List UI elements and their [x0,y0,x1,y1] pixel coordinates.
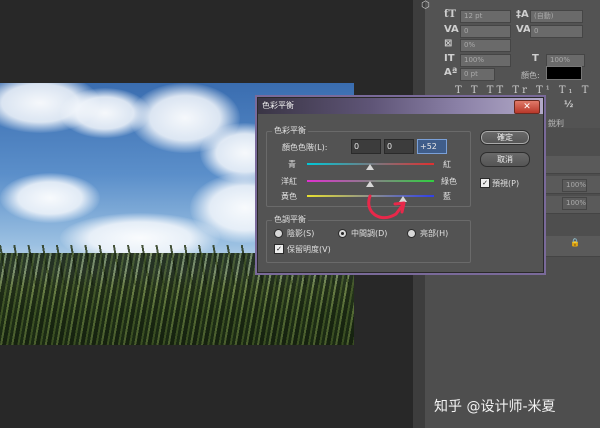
cube-icon[interactable]: ⬡ [421,0,430,11]
levels-label: 顏色色階(L): [282,143,328,152]
slider-blue-label: 藍 [443,192,451,201]
radio-midtones[interactable] [338,229,347,238]
slider-thumb[interactable] [366,181,374,187]
ok-button[interactable]: 確定 [480,130,530,145]
leading-field[interactable]: (自動) [530,10,583,23]
slider-magenta-label: 洋紅 [281,177,297,186]
slider-thumb[interactable] [366,164,374,170]
dialog-title: 色彩平衡 [262,101,294,110]
radio-shadows-label[interactable]: 陰影(S) [287,228,314,239]
horizontal-scale-icon: T [532,53,539,64]
slider-green-label: 綠色 [441,177,457,186]
preserve-luminosity-label[interactable]: 保留明度(V) [287,244,331,255]
cancel-button[interactable]: 取消 [480,152,530,167]
balance-group-title: 色彩平衡 [272,125,308,136]
opacity-field[interactable]: 100% [562,179,587,192]
kerning-field[interactable]: 0 [460,25,511,38]
layer-row[interactable] [540,156,600,174]
color-label: 顏色: [521,71,540,80]
close-button[interactable]: ✕ [514,100,540,114]
baseline-field[interactable]: 0 pt [460,68,495,81]
fill-field[interactable]: 100% [562,197,587,210]
anti-alias-label[interactable]: 銳利 [548,118,564,129]
slider-red-label: 紅 [443,160,451,169]
fraction-icon[interactable]: ½ [564,100,573,110]
radio-shadows[interactable] [274,229,283,238]
font-size-icon: ƭT [444,9,457,20]
slider-yellow-label: 黃色 [281,192,297,201]
text-color-swatch[interactable] [546,66,582,80]
annotation-arrow-icon [367,194,406,220]
watermark: 知乎 @设计师-米夏 [434,399,556,415]
scale-field[interactable]: 0% [460,39,511,52]
scale-icon: ⊠ [444,38,453,49]
tracking-field[interactable]: 0 [530,25,583,38]
font-size-field[interactable]: 12 pt [460,10,511,23]
preview-label[interactable]: 預視(P) [492,178,519,189]
radio-highlights-label[interactable]: 亮部(H) [420,228,448,239]
baseline-icon: Aª [444,67,458,78]
vertical-scale-field[interactable]: 100% [460,54,511,67]
dialog-titlebar[interactable]: 色彩平衡 ✕ [258,98,543,114]
radio-highlights[interactable] [407,229,416,238]
tracking-icon: VA [516,24,531,35]
kerning-icon: VA [444,24,459,35]
level-field-magenta-green[interactable]: 0 [384,139,414,154]
level-field-cyan-red[interactable]: 0 [351,139,381,154]
leading-icon: ‡A [516,9,529,20]
slider-cyan-label: 青 [288,160,296,169]
vertical-scale-icon: IT [444,53,455,64]
tone-group-title: 色調平衡 [272,214,308,225]
level-field-yellow-blue[interactable]: +52 [417,139,447,154]
preserve-luminosity-checkbox[interactable]: ✓ [274,244,284,254]
lock-icon: 🔒 [570,238,580,247]
cloud [0,173,100,223]
color-balance-dialog: 色彩平衡 ✕ 色彩平衡 顏色色階(L): 0 0 +52 青 紅 洋紅 綠色 黃… [257,97,544,273]
preview-checkbox[interactable]: ✓ [480,178,490,188]
